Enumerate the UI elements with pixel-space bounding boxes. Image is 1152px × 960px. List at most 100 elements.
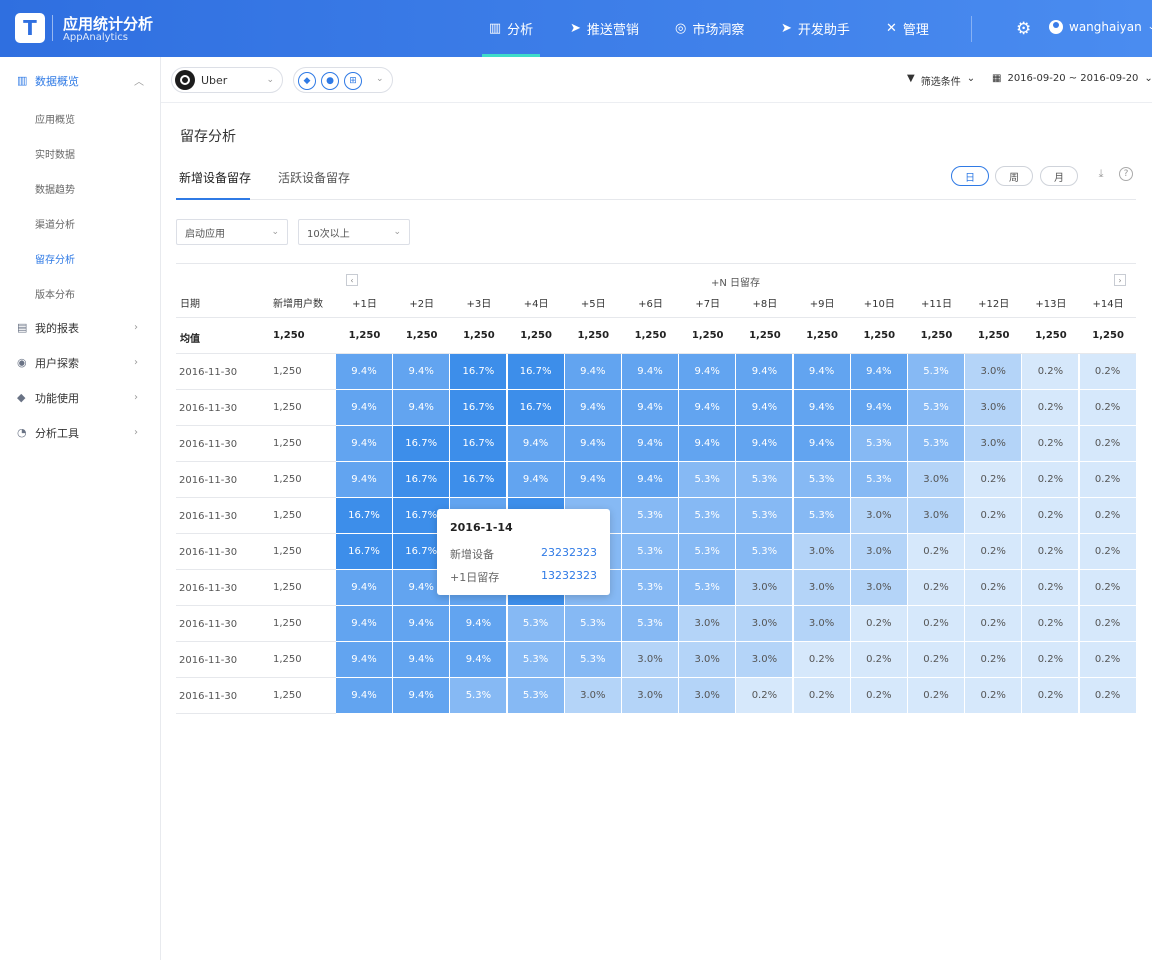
windows-icon[interactable]: ⊞	[344, 72, 362, 90]
retention-cell[interactable]: 9.4%	[393, 642, 450, 677]
retention-cell[interactable]: 0.2%	[1079, 606, 1136, 641]
retention-cell[interactable]: 0.2%	[908, 678, 964, 713]
sidebar-group-data-overview[interactable]: ▥ 数据概览 ︿	[0, 63, 160, 98]
retention-cell[interactable]: 9.4%	[393, 354, 450, 389]
retention-cell[interactable]: 3.0%	[908, 498, 964, 533]
retention-cell[interactable]: 0.2%	[793, 642, 850, 677]
retention-cell[interactable]: 9.4%	[336, 390, 392, 425]
retention-cell[interactable]: 5.3%	[850, 426, 907, 461]
retention-cell[interactable]: 9.4%	[336, 354, 392, 389]
retention-cell[interactable]: 5.3%	[850, 462, 907, 497]
retention-cell[interactable]: 0.2%	[908, 570, 964, 605]
retention-cell[interactable]: 5.3%	[507, 678, 564, 713]
retention-cell[interactable]: 0.2%	[965, 678, 1022, 713]
filter-conditions[interactable]: ▼ 筛选条件 ⌄	[907, 73, 975, 88]
retention-cell[interactable]: 5.3%	[908, 354, 964, 389]
retention-cell[interactable]: 0.2%	[1022, 354, 1079, 389]
apple-icon[interactable]: ●	[321, 72, 339, 90]
retention-cell[interactable]: 5.3%	[622, 606, 678, 641]
sidebar-group-user-explore[interactable]: ◉ 用户探索 ›	[0, 345, 160, 380]
retention-cell[interactable]: 16.7%	[450, 354, 507, 389]
retention-cell[interactable]: 0.2%	[850, 642, 907, 677]
retention-cell[interactable]: 9.4%	[622, 462, 678, 497]
retention-cell[interactable]: 16.7%	[507, 390, 564, 425]
sidebar-item-version[interactable]: 版本分布	[35, 286, 75, 301]
retention-cell[interactable]: 0.2%	[1022, 570, 1079, 605]
retention-cell[interactable]: 5.3%	[679, 570, 736, 605]
retention-cell[interactable]: 9.4%	[736, 390, 793, 425]
retention-cell[interactable]: 5.3%	[793, 498, 850, 533]
retention-cell[interactable]: 16.7%	[450, 390, 507, 425]
retention-cell[interactable]: 3.0%	[622, 642, 678, 677]
gear-icon[interactable]: ⚙	[1016, 19, 1031, 39]
retention-cell[interactable]: 3.0%	[965, 390, 1022, 425]
retention-cell[interactable]: 9.4%	[679, 390, 736, 425]
retention-cell[interactable]: 5.3%	[622, 534, 678, 569]
retention-cell[interactable]: 5.3%	[507, 606, 564, 641]
retention-cell[interactable]: 3.0%	[793, 570, 850, 605]
retention-cell[interactable]: 0.2%	[965, 642, 1022, 677]
retention-cell[interactable]: 3.0%	[850, 534, 907, 569]
tab-new-device-retention[interactable]: 新增设备留存	[179, 169, 251, 186]
retention-cell[interactable]: 9.4%	[393, 390, 450, 425]
retention-cell[interactable]: 0.2%	[908, 606, 964, 641]
sidebar-item-realtime[interactable]: 实时数据	[35, 146, 75, 161]
retention-cell[interactable]: 0.2%	[1022, 390, 1079, 425]
retention-cell[interactable]: 0.2%	[1079, 462, 1136, 497]
retention-cell[interactable]: 3.0%	[622, 678, 678, 713]
retention-cell[interactable]: 5.3%	[450, 678, 507, 713]
retention-cell[interactable]: 9.4%	[507, 426, 564, 461]
period-month-button[interactable]: 月	[1040, 166, 1078, 186]
retention-cell[interactable]: 0.2%	[1022, 606, 1079, 641]
user-menu[interactable]: wanghaiyan ⌄	[1049, 20, 1152, 34]
retention-cell[interactable]: 16.7%	[450, 462, 507, 497]
retention-cell[interactable]: 3.0%	[736, 606, 793, 641]
retention-cell[interactable]: 9.4%	[679, 426, 736, 461]
retention-cell[interactable]: 16.7%	[507, 354, 564, 389]
retention-cell[interactable]: 0.2%	[1022, 678, 1079, 713]
retention-cell[interactable]: 0.2%	[850, 678, 907, 713]
retention-cell[interactable]: 9.4%	[622, 390, 678, 425]
retention-cell[interactable]: 9.4%	[336, 606, 392, 641]
retention-cell[interactable]: 3.0%	[793, 606, 850, 641]
platform-select[interactable]: ◆ ● ⊞ ⌄	[293, 67, 393, 93]
retention-cell[interactable]: 0.2%	[1079, 642, 1136, 677]
retention-cell[interactable]: 9.4%	[679, 354, 736, 389]
retention-cell[interactable]: 9.4%	[564, 462, 621, 497]
retention-cell[interactable]: 0.2%	[1022, 642, 1079, 677]
retention-cell[interactable]: 0.2%	[1022, 462, 1079, 497]
retention-cell[interactable]: 5.3%	[507, 642, 564, 677]
retention-cell[interactable]: 9.4%	[564, 390, 621, 425]
retention-cell[interactable]: 3.0%	[736, 570, 793, 605]
retention-cell[interactable]: 5.3%	[908, 426, 964, 461]
retention-cell[interactable]: 9.4%	[793, 426, 850, 461]
scroll-right-icon[interactable]: ›	[1114, 274, 1126, 286]
retention-cell[interactable]: 9.4%	[850, 354, 907, 389]
retention-cell[interactable]: 0.2%	[1079, 678, 1136, 713]
retention-cell[interactable]: 3.0%	[793, 534, 850, 569]
retention-cell[interactable]: 9.4%	[793, 390, 850, 425]
retention-cell[interactable]: 0.2%	[1022, 426, 1079, 461]
retention-cell[interactable]: 16.7%	[393, 462, 450, 497]
retention-cell[interactable]: 3.0%	[736, 642, 793, 677]
retention-cell[interactable]: 3.0%	[908, 462, 964, 497]
period-day-button[interactable]: 日	[951, 166, 989, 186]
retention-cell[interactable]: 5.3%	[564, 606, 621, 641]
sidebar-item-trend[interactable]: 数据趋势	[35, 181, 75, 196]
retention-cell[interactable]: 3.0%	[564, 678, 621, 713]
retention-cell[interactable]: 0.2%	[736, 678, 793, 713]
tab-active-device-retention[interactable]: 活跃设备留存	[278, 169, 350, 186]
retention-cell[interactable]: 0.2%	[965, 606, 1022, 641]
retention-cell[interactable]: 0.2%	[908, 534, 964, 569]
retention-cell[interactable]: 5.3%	[564, 642, 621, 677]
retention-cell[interactable]: 0.2%	[1079, 570, 1136, 605]
retention-cell[interactable]: 3.0%	[679, 678, 736, 713]
retention-cell[interactable]: 0.2%	[1079, 390, 1136, 425]
scroll-left-icon[interactable]: ‹	[346, 274, 358, 286]
retention-cell[interactable]: 16.7%	[393, 426, 450, 461]
retention-cell[interactable]: 5.3%	[736, 534, 793, 569]
retention-cell[interactable]: 0.2%	[793, 678, 850, 713]
retention-cell[interactable]: 0.2%	[908, 642, 964, 677]
help-icon[interactable]: ?	[1119, 167, 1133, 181]
retention-cell[interactable]: 5.3%	[622, 498, 678, 533]
